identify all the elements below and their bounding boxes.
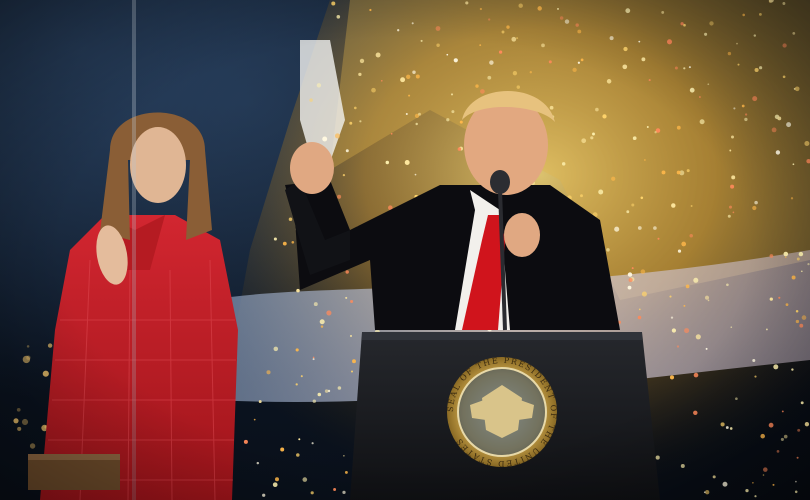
presidential-seal-text: SEAL OF THE PRESIDENT OF THE UNITED STAT… — [446, 356, 558, 468]
seal-ring-text: SEAL OF THE PRESIDENT OF THE UNITED STAT… — [446, 356, 557, 468]
photo-scene: SEAL OF THE PRESIDENT OF THE UNITED STAT… — [0, 0, 810, 500]
glass-panel-edge — [132, 0, 136, 500]
svg-text:SEAL OF THE PRESIDENT OF THE U: SEAL OF THE PRESIDENT OF THE UNITED STAT… — [446, 356, 558, 468]
